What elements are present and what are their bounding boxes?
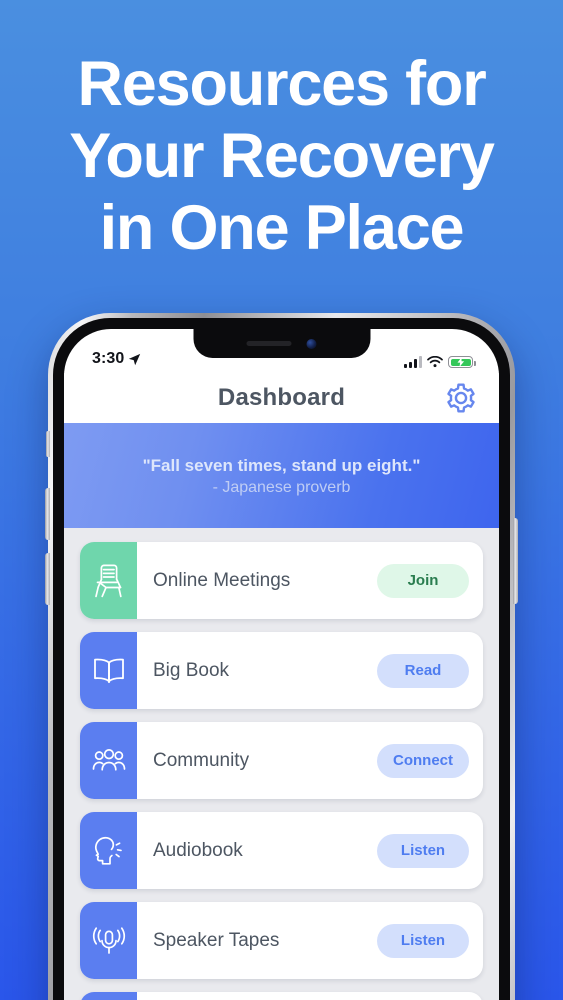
quote-text: "Fall seven times, stand up eight.": [142, 455, 421, 475]
resource-icon-tile: [80, 722, 137, 799]
resource-icon-tile: [80, 812, 137, 889]
folding-chair-icon: [95, 564, 122, 597]
resource-action-button[interactable]: Listen: [377, 833, 469, 868]
resource-icon-tile: [80, 902, 137, 979]
resource-row-community[interactable]: Community Connect: [80, 722, 483, 799]
status-bar-time: 3:30: [92, 350, 125, 367]
notch: [193, 329, 370, 358]
open-book-icon: [93, 658, 124, 684]
microphone-broadcast-icon: [92, 926, 125, 954]
nav-bar: Dashboard: [64, 373, 499, 423]
resource-row-body: Online Meetings Join: [137, 542, 483, 619]
promo-headline: Resources for Your Recovery in One Place: [0, 48, 563, 264]
resource-row-body: Big Book Read: [137, 632, 483, 709]
resource-title: Online Meetings: [153, 569, 291, 591]
quote-banner: "Fall seven times, stand up eight." - Ja…: [64, 423, 499, 528]
resource-icon-tile: [80, 542, 137, 619]
resource-row-online-meetings[interactable]: Online Meetings Join: [80, 542, 483, 619]
status-bar-left: 3:30: [92, 350, 141, 368]
phone-bezel: 3:30 Dashboard "Fall seven times, stand …: [53, 318, 510, 1000]
resource-title: Audiobook: [153, 839, 243, 861]
page-title: Dashboard: [217, 384, 346, 411]
location-arrow-icon: [129, 353, 141, 365]
mute-switch[interactable]: [46, 431, 50, 457]
resource-action-button[interactable]: Read: [377, 653, 469, 688]
earpiece-speaker-icon: [246, 341, 292, 346]
resource-list: Online Meetings Join Big Book Read Commu…: [64, 528, 499, 1000]
resource-title: Speaker Tapes: [153, 929, 280, 951]
resource-row-big-book[interactable]: Big Book Read: [80, 632, 483, 709]
people-group-icon: [92, 749, 125, 771]
resource-icon-tile: [80, 992, 137, 1000]
power-button[interactable]: [513, 518, 518, 604]
resource-row-podcast[interactable]: Podcast Listen: [80, 992, 483, 1000]
headline-line-2: Your Recovery: [69, 121, 495, 191]
battery-charging-icon: [448, 356, 476, 368]
phone-screen: 3:30 Dashboard "Fall seven times, stand …: [64, 329, 499, 1000]
resource-row-body: Community Connect: [137, 722, 483, 799]
phone-mockup: 3:30 Dashboard "Fall seven times, stand …: [45, 313, 518, 1000]
resource-title: Community: [153, 749, 250, 771]
headline-line-3: in One Place: [99, 193, 465, 263]
front-camera-icon: [306, 338, 317, 349]
status-bar-right: [404, 356, 476, 368]
resource-title: Big Book: [153, 659, 230, 681]
resource-action-button[interactable]: Connect: [377, 743, 469, 778]
resource-action-button[interactable]: Listen: [377, 923, 469, 958]
resource-row-speaker-tapes[interactable]: Speaker Tapes Listen: [80, 902, 483, 979]
speaking-head-icon: [94, 836, 122, 865]
resource-row-body: Speaker Tapes Listen: [137, 902, 483, 979]
resource-action-button[interactable]: Join: [377, 563, 469, 598]
volume-up-button[interactable]: [45, 488, 50, 540]
volume-down-button[interactable]: [45, 553, 50, 605]
headline-line-1: Resources for: [77, 49, 486, 119]
resource-row-body: Audiobook Listen: [137, 812, 483, 889]
wifi-icon: [427, 356, 443, 368]
resource-row-audiobook[interactable]: Audiobook Listen: [80, 812, 483, 889]
gear-icon[interactable]: [445, 382, 477, 414]
resource-icon-tile: [80, 632, 137, 709]
cellular-bars-icon: [404, 356, 422, 368]
quote-author: - Japanese proverb: [212, 478, 351, 496]
resource-row-body: Podcast Listen: [137, 992, 483, 1000]
